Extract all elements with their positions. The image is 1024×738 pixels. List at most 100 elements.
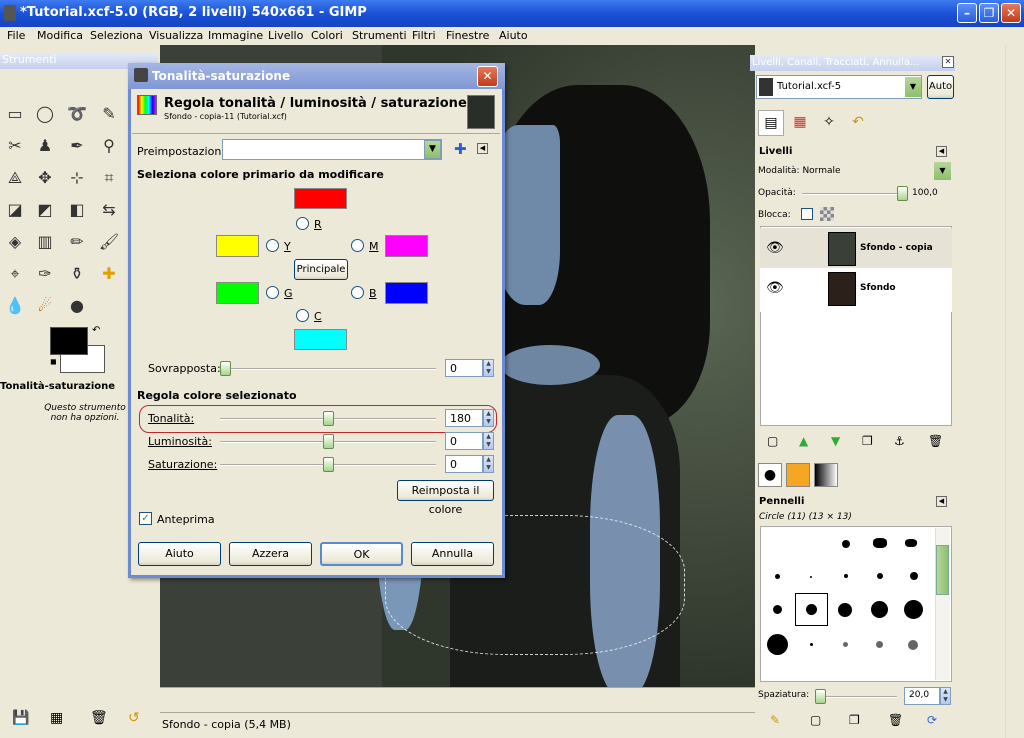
lightness-slider-thumb[interactable] — [323, 434, 334, 449]
presets-combo[interactable] — [222, 139, 442, 160]
window-scrollbar[interactable] — [1005, 45, 1024, 738]
menu-colori[interactable]: Colori — [311, 29, 343, 42]
brush-item[interactable] — [842, 540, 850, 548]
brushes-grid[interactable] — [760, 526, 952, 682]
default-colors-icon[interactable]: ◼ — [50, 357, 57, 366]
menu-aiuto[interactable]: Aiuto — [499, 29, 528, 42]
lower-layer-icon[interactable]: ▼ — [831, 434, 840, 448]
measure-icon[interactable]: ⟁ — [2, 165, 28, 191]
menu-strumenti[interactable]: Strumenti — [352, 29, 407, 42]
lock-pixels-checkbox[interactable] — [801, 208, 813, 220]
restore-options-icon[interactable]: ▦ — [50, 710, 63, 726]
opacity-slider-thumb[interactable] — [897, 186, 908, 201]
layer-row-sfondo[interactable]: 👁 Sfondo — [760, 268, 952, 312]
color-picker-icon[interactable]: ⚲ — [96, 133, 122, 159]
align-icon[interactable]: ⊹ — [64, 165, 90, 191]
saturation-spin-button[interactable]: ▲ ▼ — [483, 455, 494, 473]
menu-immagine[interactable]: Immagine — [208, 29, 263, 42]
help-button[interactable]: Aiuto — [138, 542, 221, 566]
lock-alpha-icon[interactable] — [820, 207, 834, 221]
heal-icon[interactable]: ✚ — [96, 261, 122, 287]
radio-r[interactable] — [296, 217, 309, 230]
menu-modifica[interactable]: Modifica — [37, 29, 83, 42]
foreground-color-swatch[interactable] — [50, 327, 88, 355]
brush-item[interactable] — [904, 600, 923, 619]
dock-close-icon[interactable]: ✕ — [942, 56, 954, 68]
layer-row-sfondo-copia[interactable]: 👁 Sfondo - copia — [760, 228, 952, 272]
saturation-input[interactable]: 0 — [445, 455, 483, 473]
brush-item[interactable] — [905, 539, 917, 547]
menu-filtri[interactable]: Filtri — [412, 29, 436, 42]
pencil-icon[interactable]: ✏ — [64, 229, 90, 255]
menu-file[interactable]: File — [7, 29, 25, 42]
layers-tab-icon[interactable]: ▤ — [758, 110, 784, 136]
menu-finestre[interactable]: Finestre — [446, 29, 489, 42]
brush-item[interactable] — [810, 643, 813, 646]
preview-checkbox[interactable]: ✓ — [139, 512, 152, 525]
menu-seleziona[interactable]: Seleziona — [90, 29, 143, 42]
bucket-fill-icon[interactable]: ◈ — [2, 229, 28, 255]
new-brush-icon[interactable]: ▢ — [810, 713, 821, 727]
brush-item[interactable] — [843, 642, 848, 647]
lightness-spin-button[interactable]: ▲ ▼ — [483, 432, 494, 450]
rect-select-icon[interactable]: ▭ — [2, 101, 28, 127]
eye-icon[interactable]: 👁 — [766, 280, 784, 296]
radio-c[interactable] — [296, 309, 309, 322]
brush-item[interactable] — [775, 574, 780, 579]
brush-item[interactable] — [873, 538, 887, 548]
clone-icon[interactable]: ⚱ — [64, 261, 90, 287]
rotate-icon[interactable]: ◪ — [2, 197, 28, 223]
maximize-button[interactable]: ❐ — [979, 3, 999, 23]
brush-item[interactable] — [806, 604, 817, 615]
delete-layer-icon[interactable]: 🗑 — [928, 434, 943, 448]
hue-slider-thumb[interactable] — [323, 411, 334, 426]
close-button[interactable]: ✕ — [1001, 3, 1021, 23]
minimize-button[interactable]: – — [957, 3, 977, 23]
layer-mode-chevron-icon[interactable]: ▼ — [934, 162, 951, 180]
radio-g[interactable] — [266, 286, 279, 299]
duplicate-layer-icon[interactable]: ❐ — [862, 434, 873, 448]
brush-item[interactable] — [838, 603, 852, 617]
chevron-down-icon[interactable]: ▼ — [424, 140, 441, 159]
add-preset-icon[interactable]: ✚ — [454, 140, 467, 158]
radio-m[interactable] — [351, 239, 364, 252]
edit-brush-icon[interactable]: ✎ — [770, 713, 780, 727]
save-options-icon[interactable]: 💾 — [12, 710, 29, 726]
ok-button[interactable]: OK — [320, 542, 403, 566]
move-icon[interactable]: ✥ — [32, 165, 58, 191]
overlap-slider-track[interactable] — [220, 368, 436, 370]
patterns-tab-icon[interactable] — [786, 463, 810, 487]
menu-visualizza[interactable]: Visualizza — [149, 29, 203, 42]
gradients-tab-icon[interactable] — [814, 463, 838, 487]
undo-tab-icon[interactable]: ↶ — [845, 110, 871, 136]
spacing-slider-track[interactable] — [815, 696, 897, 698]
ellipse-select-icon[interactable]: ◯ — [32, 101, 58, 127]
raise-layer-icon[interactable]: ▲ — [799, 434, 808, 448]
brush-item[interactable] — [844, 574, 848, 578]
reset-options-icon[interactable]: ↺ — [128, 710, 140, 726]
swap-colors-icon[interactable]: ↶ — [92, 325, 100, 336]
smudge-icon[interactable]: ☄ — [32, 293, 58, 319]
radio-y[interactable] — [266, 239, 279, 252]
brush-item[interactable] — [773, 605, 782, 614]
gradient-icon[interactable]: ▥ — [32, 229, 58, 255]
crop-icon[interactable]: ⌗ — [96, 165, 122, 191]
new-layer-icon[interactable]: ▢ — [767, 434, 778, 448]
image-selector-chevron-icon[interactable]: ▼ — [905, 77, 921, 97]
saturation-slider-thumb[interactable] — [323, 457, 334, 472]
image-selector[interactable]: Tutorial.xcf-5 ▼ — [756, 75, 922, 99]
cancel-button[interactable]: Annulla — [411, 542, 494, 566]
refresh-brushes-icon[interactable]: ⟳ — [927, 713, 937, 727]
foreground-select-icon[interactable]: ♟ — [32, 133, 58, 159]
reset-color-button[interactable]: Reimposta il colore — [397, 480, 494, 516]
airbrush-icon[interactable]: ⌖ — [2, 261, 28, 287]
brush-item[interactable] — [767, 634, 788, 655]
eye-icon[interactable]: 👁 — [766, 240, 784, 256]
spacing-spin-button[interactable]: ▲ ▼ — [940, 687, 951, 705]
paths-icon[interactable]: ✒ — [64, 133, 90, 159]
paintbrush-icon[interactable]: 🖌 — [96, 229, 122, 255]
opacity-slider-track[interactable] — [802, 193, 902, 195]
reset-button[interactable]: Azzera — [229, 542, 312, 566]
fuzzy-select-icon[interactable]: ✎ — [96, 101, 122, 127]
brush-item[interactable] — [877, 573, 883, 579]
